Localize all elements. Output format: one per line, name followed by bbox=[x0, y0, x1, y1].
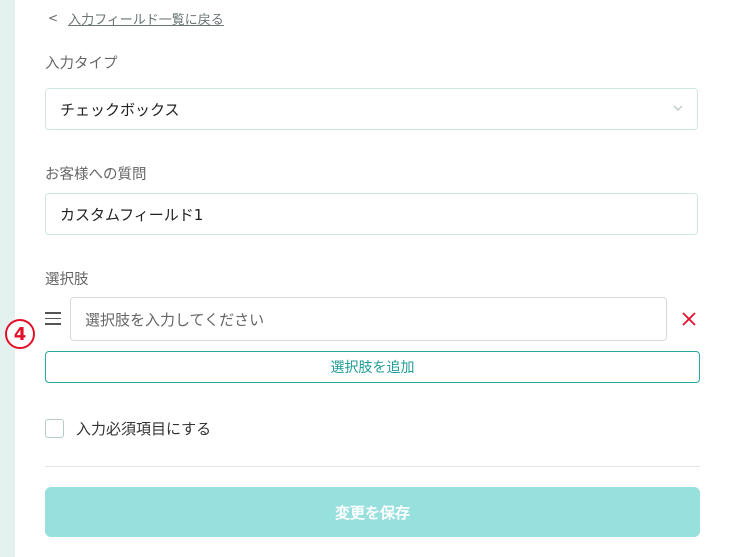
drag-handle-icon[interactable] bbox=[45, 312, 61, 326]
divider bbox=[45, 466, 700, 467]
choice-input[interactable]: 選択肢を入力してください bbox=[70, 297, 667, 341]
choice-placeholder: 選択肢を入力してください bbox=[85, 310, 265, 329]
required-checkbox-row[interactable]: 入力必須項目にする bbox=[45, 418, 211, 438]
required-checkbox[interactable] bbox=[45, 418, 64, 438]
close-icon[interactable] bbox=[680, 310, 698, 328]
add-choice-button[interactable]: 選択肢を追加 bbox=[45, 351, 700, 383]
question-input[interactable]: カスタムフィールド1 bbox=[45, 193, 698, 235]
back-link-label[interactable]: 入力フィールド一覧に戻る bbox=[68, 9, 224, 28]
question-value: カスタムフィールド1 bbox=[60, 205, 204, 224]
save-button[interactable]: 変更を保存 bbox=[45, 487, 700, 537]
form-panel bbox=[15, 0, 737, 557]
step-badge: 4 bbox=[5, 319, 35, 349]
chevron-down-icon bbox=[673, 105, 683, 111]
question-label: お客様への質問 bbox=[45, 167, 147, 183]
input-type-label: 入力タイプ bbox=[45, 56, 118, 72]
required-label: 入力必須項目にする bbox=[76, 419, 212, 438]
chevron-left-icon: < bbox=[48, 11, 59, 25]
input-type-selected: チェックボックス bbox=[60, 100, 180, 119]
choices-label: 選択肢 bbox=[45, 272, 89, 288]
back-link[interactable]: < 入力フィールド一覧に戻る bbox=[48, 9, 224, 28]
input-type-select[interactable]: チェックボックス bbox=[45, 88, 698, 130]
